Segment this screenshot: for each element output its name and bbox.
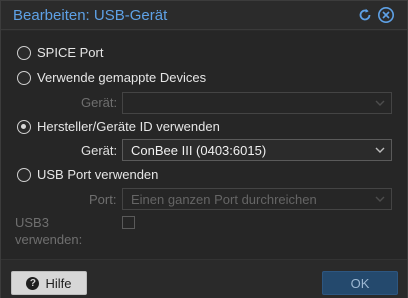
- vendor-device-label: Gerät:: [81, 143, 118, 158]
- usb-port-label: Port:: [89, 192, 117, 207]
- usb3-label-line1: USB3: [15, 215, 49, 230]
- radio-label: USB Port verwenden: [37, 167, 159, 182]
- usb3-checkbox: [122, 216, 135, 229]
- radio-spice-port[interactable]: SPICE Port: [17, 45, 103, 60]
- ok-button[interactable]: OK: [322, 271, 398, 295]
- radio-mapped-devices[interactable]: Verwende gemappte Devices: [17, 70, 206, 85]
- help-button[interactable]: ? Hilfe: [11, 271, 87, 295]
- edit-usb-device-dialog: Bearbeiten: USB-Gerät SPICE Port Verwend…: [0, 0, 408, 298]
- radio-label: SPICE Port: [37, 45, 104, 60]
- radio-button[interactable]: [17, 45, 31, 60]
- mapped-device-select: [122, 92, 392, 114]
- chevron-down-icon[interactable]: [375, 146, 385, 154]
- radio-usb-port[interactable]: USB Port verwenden: [17, 167, 158, 182]
- radio-label: Hersteller/Geräte ID verwenden: [37, 119, 220, 134]
- radio-vendor-device-id[interactable]: Hersteller/Geräte ID verwenden: [17, 119, 220, 134]
- radio-label: Verwende gemappte Devices: [37, 70, 207, 85]
- dialog-title: Bearbeiten: USB-Gerät: [13, 7, 168, 24]
- mapped-device-label: Gerät:: [81, 95, 118, 110]
- vendor-device-select[interactable]: ConBee III (0403:6015): [122, 139, 392, 161]
- vendor-device-value: ConBee III (0403:6015): [131, 143, 267, 158]
- dialog-titlebar: Bearbeiten: USB-Gerät: [1, 1, 407, 30]
- help-button-label: Hilfe: [45, 275, 72, 291]
- close-icon[interactable]: [377, 6, 395, 24]
- ok-button-label: OK: [350, 275, 370, 291]
- question-icon: ?: [26, 276, 40, 290]
- usb-port-select: Einen ganzen Port durchreichen: [122, 188, 392, 210]
- dialog-body: SPICE Port Verwende gemappte Devices Ger…: [1, 31, 407, 259]
- dialog-footer: ? Hilfe OK: [1, 259, 407, 298]
- reset-icon[interactable]: [356, 6, 374, 24]
- usb-port-placeholder: Einen ganzen Port durchreichen: [131, 192, 317, 207]
- chevron-down-icon: [375, 196, 385, 202]
- radio-button[interactable]: [17, 119, 31, 134]
- radio-button[interactable]: [17, 70, 31, 85]
- usb3-label-line2: verwenden:: [15, 232, 83, 247]
- radio-button[interactable]: [17, 167, 31, 182]
- chevron-down-icon: [375, 100, 385, 106]
